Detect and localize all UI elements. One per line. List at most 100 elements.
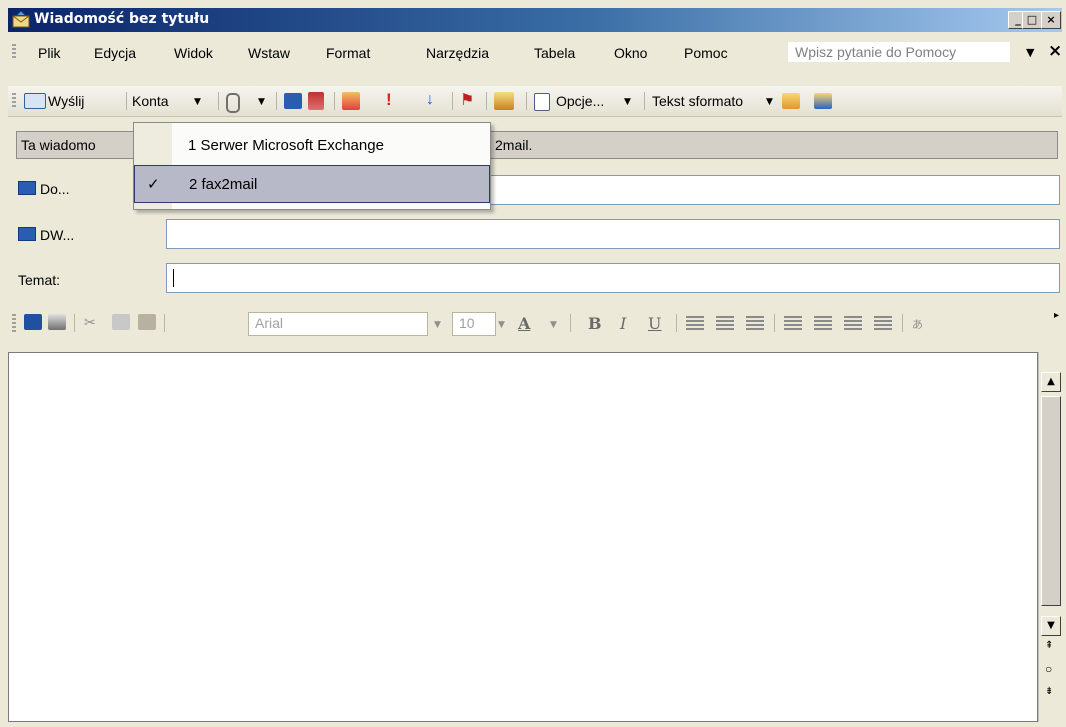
increase-indent-icon[interactable] — [874, 316, 892, 330]
separator — [486, 92, 487, 110]
options-dropdown-icon[interactable]: ▼ — [624, 97, 631, 107]
flag-icon-envelope[interactable] — [342, 92, 360, 110]
font-select[interactable]: Arial — [248, 312, 428, 336]
separator — [218, 92, 219, 110]
previous-page-icon[interactable]: ⇞ — [1045, 640, 1053, 651]
help-dropdown-arrow-icon[interactable]: ▼ — [1026, 46, 1034, 59]
options-icon — [534, 93, 550, 111]
info-bar-text-start: Ta wiadomo — [21, 137, 96, 153]
accounts-button[interactable]: Konta — [132, 93, 169, 109]
toolbar-grip[interactable] — [12, 314, 16, 332]
account-item-exchange[interactable]: 1 Serwer Microsoft Exchange — [134, 127, 490, 165]
title-bar: Wiadomość bez tytułu _ □ × — [8, 8, 1062, 32]
account-item-label: 1 Serwer Microsoft Exchange — [188, 137, 384, 154]
browse-object-icon[interactable]: ○ — [1045, 662, 1052, 676]
align-left-icon[interactable] — [686, 316, 704, 330]
separator — [570, 314, 571, 332]
open-folder-icon[interactable] — [494, 92, 514, 110]
separator — [452, 92, 453, 110]
italic-button[interactable]: I — [620, 314, 626, 333]
font-color-dropdown-icon[interactable]: ▼ — [550, 320, 557, 330]
menu-bar: Plik Edycja Widok Wstaw Format Narzędzia… — [8, 38, 1062, 66]
to-button[interactable]: Do... — [14, 176, 134, 204]
check-names-icon[interactable] — [308, 92, 324, 110]
subject-field[interactable] — [166, 263, 1060, 293]
menu-tabela[interactable]: Tabela — [534, 45, 575, 61]
cc-button[interactable]: DW... — [14, 222, 134, 250]
copy-icon[interactable] — [112, 314, 130, 330]
maximize-button[interactable]: □ — [1022, 11, 1042, 29]
help-search-input[interactable]: Wpisz pytanie do Pomocy — [788, 42, 1010, 62]
checkmark-icon: ✓ — [147, 176, 160, 193]
menu-edycja[interactable]: Edycja — [94, 45, 136, 61]
address-book-icon[interactable] — [284, 93, 302, 109]
send-icon — [24, 93, 46, 109]
menu-narzedzia[interactable]: Narzędzia — [426, 45, 489, 61]
message-format-select[interactable]: Tekst sformato — [652, 93, 743, 109]
send-button[interactable]: Wyślij — [48, 93, 84, 109]
separator — [276, 92, 277, 110]
separator — [126, 92, 127, 110]
attach-dropdown-icon[interactable]: ▼ — [258, 97, 265, 107]
underline-button[interactable]: U — [648, 314, 661, 333]
account-item-fax2mail[interactable]: ✓ 2 fax2mail — [134, 165, 490, 203]
address-book-icon — [18, 227, 36, 241]
vertical-scrollbar[interactable]: ▲ ▼ ⇞ ○ ⇟ — [1038, 352, 1063, 722]
decrease-indent-icon[interactable] — [844, 316, 862, 330]
info-bar-text-end: 2mail. — [495, 137, 533, 153]
menu-widok[interactable]: Widok — [174, 45, 213, 61]
paste-icon[interactable] — [138, 314, 156, 330]
separator — [644, 92, 645, 110]
scroll-thumb[interactable] — [1041, 396, 1061, 606]
bullet-list-icon[interactable] — [814, 316, 832, 330]
standard-toolbar: Wyślij Konta ▼ ▼ ! ↓ ⚑ Opcje... ▼ Tekst … — [8, 86, 1062, 117]
subject-label: Temat: — [18, 272, 61, 288]
separator — [74, 314, 75, 332]
menu-format[interactable]: Format — [326, 45, 370, 61]
menu-plik[interactable]: Plik — [38, 45, 61, 61]
menu-wstaw[interactable]: Wstaw — [248, 45, 290, 61]
align-right-icon[interactable] — [746, 316, 764, 330]
format-dropdown-icon[interactable]: ▼ — [766, 97, 773, 107]
separator — [774, 314, 775, 332]
menu-pomoc[interactable]: Pomoc — [684, 45, 728, 61]
separator — [334, 92, 335, 110]
menu-grip[interactable] — [12, 44, 16, 60]
scroll-down-button[interactable]: ▼ — [1041, 616, 1061, 636]
scroll-up-button[interactable]: ▲ — [1041, 372, 1061, 392]
text-caret — [173, 269, 174, 287]
phonetic-guide-icon[interactable]: あ — [912, 316, 923, 332]
separator — [902, 314, 903, 332]
font-dropdown-icon[interactable]: ▼ — [434, 320, 441, 330]
close-button[interactable]: × — [1041, 11, 1061, 29]
print-icon[interactable] — [48, 314, 66, 330]
align-center-icon[interactable] — [716, 316, 734, 330]
low-importance-icon[interactable]: ↓ — [426, 91, 434, 109]
cc-field[interactable] — [166, 219, 1060, 249]
permission-icon[interactable] — [814, 93, 832, 109]
accounts-dropdown-menu: 1 Serwer Microsoft Exchange ✓ 2 fax2mail — [133, 122, 491, 210]
separator — [676, 314, 677, 332]
toolbar-grip[interactable] — [12, 93, 16, 109]
font-size-select[interactable]: 10 — [452, 312, 496, 336]
message-body-editor[interactable] — [8, 352, 1038, 722]
outlook-message-window: Wiadomość bez tytułu _ □ × Plik Edycja W… — [0, 0, 1066, 727]
high-importance-icon[interactable]: ! — [386, 90, 392, 110]
options-button[interactable]: Opcje... — [556, 93, 604, 109]
follow-up-flag-icon[interactable]: ⚑ — [460, 90, 474, 110]
toolbar-options-icon[interactable]: ▸ — [1054, 310, 1059, 321]
close-document-button[interactable]: × — [1048, 41, 1062, 61]
next-page-icon[interactable]: ⇟ — [1045, 686, 1053, 697]
font-color-button[interactable]: A — [518, 314, 530, 333]
save-icon[interactable] — [24, 314, 42, 330]
menu-okno[interactable]: Okno — [614, 45, 647, 61]
accounts-dropdown-icon[interactable]: ▼ — [194, 97, 201, 107]
envelope-icon — [12, 11, 30, 28]
cut-icon[interactable]: ✂ — [84, 314, 96, 331]
size-dropdown-icon[interactable]: ▼ — [498, 320, 505, 330]
bold-button[interactable]: B — [588, 314, 602, 333]
signature-icon[interactable] — [782, 93, 800, 109]
window-title: Wiadomość bez tytułu — [34, 11, 210, 27]
attach-icon[interactable] — [226, 93, 240, 113]
numbered-list-icon[interactable] — [784, 316, 802, 330]
